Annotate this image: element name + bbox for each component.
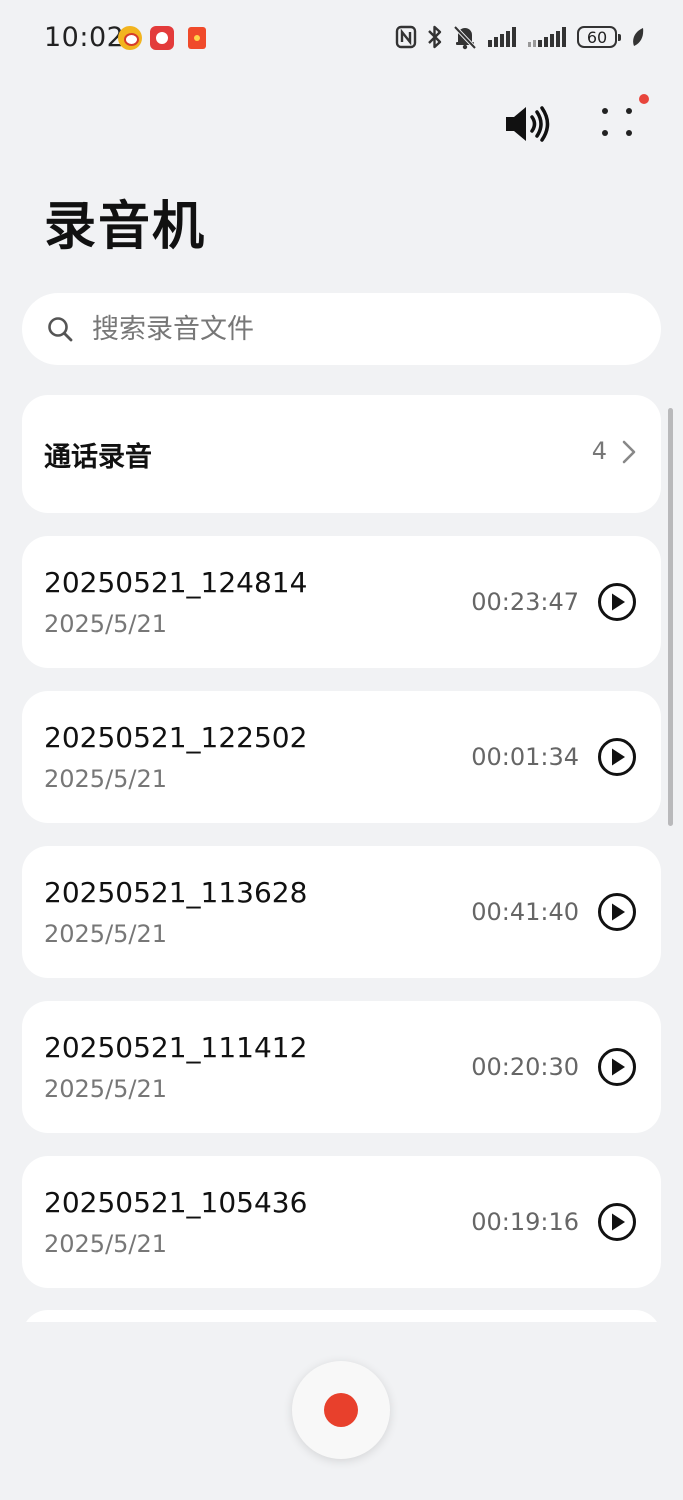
weibo-app-icon: [118, 26, 142, 50]
nfc-icon: [395, 25, 417, 49]
play-circle-icon[interactable]: [597, 1202, 637, 1242]
speaker-button[interactable]: [502, 104, 552, 144]
status-indicators: 60: [395, 24, 645, 50]
recording-duration: 00:23:47: [471, 588, 579, 616]
recording-name: 20250521_113628: [44, 876, 308, 909]
recording-name: 20250521_111412: [44, 1031, 308, 1064]
recording-name: 20250521_122502: [44, 721, 308, 754]
recording-item[interactable]: 20250521_122502 2025/5/21 00:01:34: [22, 691, 661, 823]
status-app-icons: [118, 26, 206, 50]
recording-item[interactable]: 20250521_105436 2025/5/21 00:19:16: [22, 1156, 661, 1288]
recording-date: 2025/5/21: [44, 765, 168, 793]
recording-item[interactable]: 20250521_124814 2025/5/21 00:23:47: [22, 536, 661, 668]
red-packet-app-icon: [188, 27, 206, 49]
play-circle-icon[interactable]: [597, 892, 637, 932]
page-title: 录音机: [44, 197, 207, 257]
recording-name: 20250521_105436: [44, 1186, 308, 1219]
recording-duration: 00:20:30: [471, 1053, 579, 1081]
status-bar: 10:02 60: [0, 0, 683, 80]
red-app-icon: [150, 26, 174, 50]
recording-duration: 00:41:40: [471, 898, 579, 926]
bluetooth-icon: [428, 25, 442, 49]
recording-date: 2025/5/21: [44, 610, 168, 638]
notification-dot: [639, 94, 649, 104]
recording-date: 2025/5/21: [44, 920, 168, 948]
search-input[interactable]: [90, 312, 594, 346]
signal-icon: [488, 27, 516, 47]
play-circle-icon[interactable]: [597, 737, 637, 777]
recording-date: 2025/5/21: [44, 1075, 168, 1103]
search-icon: [48, 317, 73, 342]
play-circle-icon[interactable]: [597, 582, 637, 622]
play-circle-icon[interactable]: [597, 1047, 637, 1087]
call-recordings-count: 4: [591, 437, 607, 465]
status-time: 10:02: [44, 22, 125, 53]
recording-duration: 00:01:34: [471, 743, 579, 771]
mute-bell-icon: [453, 25, 477, 50]
recording-name: 20250521_124814: [44, 566, 308, 599]
scrollbar[interactable]: [668, 408, 673, 826]
signal-icon-2: [528, 27, 566, 47]
more-options-button[interactable]: [596, 100, 646, 150]
recording-duration: 00:19:16: [471, 1208, 579, 1236]
leaf-icon: [633, 28, 644, 46]
call-recordings-label: 通话录音: [44, 442, 152, 473]
chevron-right-icon: [622, 440, 636, 464]
recording-item[interactable]: 20250521_111412 2025/5/21 00:20:30: [22, 1001, 661, 1133]
record-icon: [324, 1393, 358, 1427]
call-recordings-card[interactable]: 通话录音 4: [22, 395, 661, 513]
recording-date: 2025/5/21: [44, 1230, 168, 1258]
speaker-volume-icon: [506, 106, 550, 142]
search-bar[interactable]: [22, 293, 661, 365]
record-button[interactable]: [292, 1361, 390, 1459]
recording-item[interactable]: 20250521_113628 2025/5/21 00:41:40: [22, 846, 661, 978]
battery-indicator: 60: [577, 26, 621, 48]
